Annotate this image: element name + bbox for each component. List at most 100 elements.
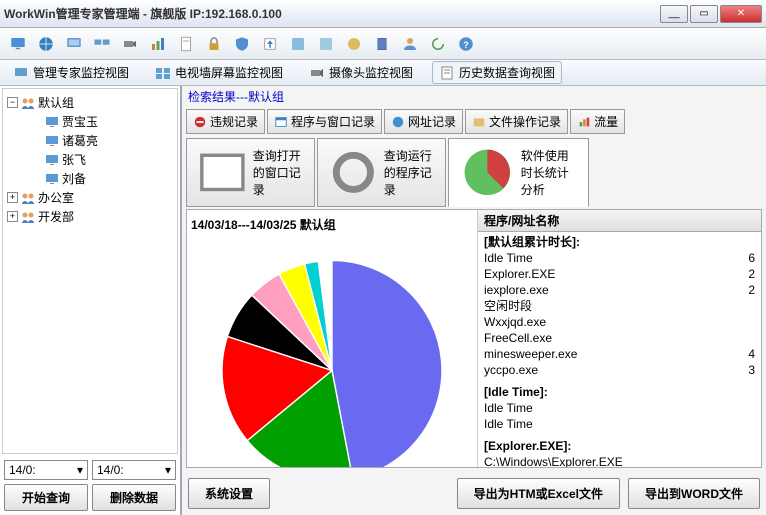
tab-traffic[interactable]: 流量 xyxy=(570,109,625,134)
tree-label: 张飞 xyxy=(62,151,86,168)
process-icon xyxy=(326,145,381,200)
right-pane: 检索结果---默认组 违规记录 程序与窗口记录 网址记录 文件操作记录 流量 查… xyxy=(182,86,766,515)
list-group-header: [Idle Time]: xyxy=(484,384,755,400)
tab-label: 历史数据查询视图 xyxy=(459,64,555,81)
tree-user[interactable]: 贾宝玉 xyxy=(31,112,173,131)
tool-icon-3[interactable] xyxy=(342,32,366,56)
group-icon xyxy=(20,95,36,111)
tab-monitor-view[interactable]: 管理专家监控视图 xyxy=(6,61,136,84)
tab-label: 文件操作记录 xyxy=(489,113,561,130)
tab-label: 程序与窗口记录 xyxy=(291,113,375,130)
monitor-icon[interactable] xyxy=(62,32,86,56)
tab-violations[interactable]: 违规记录 xyxy=(186,109,265,134)
pc-icon xyxy=(44,114,60,130)
chart-icon[interactable] xyxy=(146,32,170,56)
tab-label: 摄像头监控视图 xyxy=(329,64,413,81)
settings-button[interactable]: 系统设置 xyxy=(188,478,270,509)
subtab-processes[interactable]: 查询运行的程序记录 xyxy=(317,138,446,207)
tab-label: 流量 xyxy=(594,113,618,130)
book-icon[interactable] xyxy=(370,32,394,56)
tab-label: 网址记录 xyxy=(408,113,456,130)
maximize-button[interactable]: ▭ xyxy=(690,5,718,23)
lock-icon[interactable] xyxy=(202,32,226,56)
list-row[interactable]: Explorer.EXE2 xyxy=(484,266,755,282)
titlebar: WorkWin管理专家管理端 - 旗舰版 IP:192.168.0.100 __… xyxy=(0,0,766,28)
tool-icon-2[interactable] xyxy=(314,32,338,56)
svg-text:?: ? xyxy=(463,39,469,49)
windows-icon xyxy=(195,145,250,200)
traffic-icon xyxy=(577,115,591,129)
refresh-icon[interactable] xyxy=(426,32,450,56)
date-to-input[interactable]: 14/0:▾ xyxy=(92,460,176,480)
export-word-button[interactable]: 导出到WORD文件 xyxy=(628,478,760,509)
list-row[interactable]: yccpo.exe3 xyxy=(484,362,755,378)
tab-camera-view[interactable]: 摄像头监控视图 xyxy=(302,61,420,84)
group-icon xyxy=(20,190,36,206)
list-header[interactable]: 程序/网址名称 xyxy=(478,210,761,232)
tree-root[interactable]: − 默认组 xyxy=(7,93,173,112)
list-row[interactable]: FreeCell.exe xyxy=(484,330,755,346)
tab-label: 电视墙屏幕监控视图 xyxy=(175,64,283,81)
list-row[interactable]: Idle Time xyxy=(484,400,755,416)
tool-icon-1[interactable] xyxy=(286,32,310,56)
globe-icon xyxy=(391,115,405,129)
list-row[interactable]: Wxxjqd.exe xyxy=(484,314,755,330)
list-row[interactable]: C:\Windows\Explorer.EXE xyxy=(484,454,755,467)
dropdown-icon: ▾ xyxy=(77,463,83,477)
list-row[interactable]: Idle Time6 xyxy=(484,250,755,266)
tab-files[interactable]: 文件操作记录 xyxy=(465,109,568,134)
tree-label: 刘备 xyxy=(62,170,86,187)
list-row[interactable]: 空闲时段 xyxy=(484,298,755,314)
list-row[interactable]: minesweeper.exe4 xyxy=(484,346,755,362)
delete-data-button[interactable]: 删除数据 xyxy=(92,484,176,511)
camera-icon[interactable] xyxy=(118,32,142,56)
search-result-label: 检索结果---默认组 xyxy=(182,86,766,107)
monitors-icon[interactable] xyxy=(90,32,114,56)
tree-group[interactable]: +开发部 xyxy=(7,207,173,226)
close-button[interactable]: ✕ xyxy=(720,5,762,23)
tree-user[interactable]: 刘备 xyxy=(31,169,173,188)
tree-label: 贾宝玉 xyxy=(62,113,98,130)
start-query-button[interactable]: 开始查询 xyxy=(4,484,88,511)
export-icon[interactable] xyxy=(258,32,282,56)
document-icon[interactable] xyxy=(174,32,198,56)
globe-icon[interactable] xyxy=(34,32,58,56)
tab-label: 查询运行的程序记录 xyxy=(384,147,437,198)
tab-history-view[interactable]: 历史数据查询视图 xyxy=(432,61,562,84)
list-row[interactable]: iexplore.exe2 xyxy=(484,282,755,298)
tab-programs[interactable]: 程序与窗口记录 xyxy=(267,109,382,134)
shield-icon[interactable] xyxy=(230,32,254,56)
minimize-button[interactable]: __ xyxy=(660,5,688,23)
list-row[interactable]: Idle Time xyxy=(484,416,755,432)
stop-icon xyxy=(193,115,207,129)
pc-icon xyxy=(44,133,60,149)
tree-label: 默认组 xyxy=(38,94,74,111)
usage-list[interactable]: [默认组累计时长]:Idle Time6Explorer.EXE2iexplor… xyxy=(478,232,761,467)
tree-group[interactable]: +办公室 xyxy=(7,188,173,207)
tree-user[interactable]: 诸葛亮 xyxy=(31,131,173,150)
client-tree[interactable]: − 默认组 贾宝玉诸葛亮张飞刘备 +办公室+开发部 xyxy=(2,88,178,454)
window-title: WorkWin管理专家管理端 - 旗舰版 IP:192.168.0.100 xyxy=(4,5,660,22)
tab-label: 管理专家监控视图 xyxy=(33,64,129,81)
subtab-usage[interactable]: 软件使用时长统计分析 xyxy=(448,138,589,207)
camera-icon xyxy=(309,65,325,81)
pie-chart xyxy=(191,235,473,468)
list-group-header: [默认组累计时长]: xyxy=(484,234,755,250)
user-icon[interactable] xyxy=(398,32,422,56)
tree-label: 开发部 xyxy=(38,208,74,225)
tree-user[interactable]: 张飞 xyxy=(31,150,173,169)
help-icon[interactable]: ? xyxy=(454,32,478,56)
column-header: 程序/网址名称 xyxy=(484,212,755,229)
main-toolbar: ? xyxy=(0,28,766,60)
tab-tvwall-view[interactable]: 电视墙屏幕监控视图 xyxy=(148,61,290,84)
tab-urls[interactable]: 网址记录 xyxy=(384,109,463,134)
monitor-icon xyxy=(13,65,29,81)
computer-icon[interactable] xyxy=(6,32,30,56)
tab-label: 违规记录 xyxy=(210,113,258,130)
date-from-input[interactable]: 14/0:▾ xyxy=(4,460,88,480)
subtab-windows[interactable]: 查询打开的窗口记录 xyxy=(186,138,315,207)
tvwall-icon xyxy=(155,65,171,81)
history-icon xyxy=(439,65,455,81)
folder-icon xyxy=(472,115,486,129)
export-html-button[interactable]: 导出为HTM或Excel文件 xyxy=(457,478,620,509)
